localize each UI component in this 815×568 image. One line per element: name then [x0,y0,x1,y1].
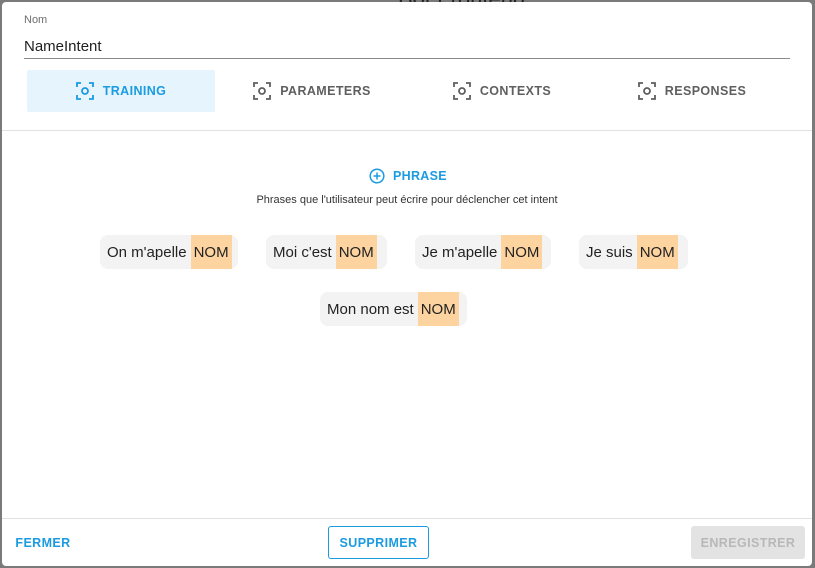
phrase-text: Je m'apelle [422,243,498,261]
tab-responses[interactable]: RESPONSES [597,70,787,112]
focus-frame-icon [452,82,471,100]
phrase-entity-tag[interactable]: NOM [501,235,543,269]
tab-parameters-label: PARAMETERS [280,84,371,98]
close-button[interactable]: FERMER [15,526,70,559]
tabs-divider [2,130,812,131]
tab-responses-label: RESPONSES [664,84,747,98]
tab-bar: TRAINING PARAMETERS CONTEXTS RESPONSES [27,70,787,112]
intent-dialog: Nom TRAINING PARAMETERS CONTEXTS RESP [2,2,812,566]
plus-circle-icon [369,168,385,184]
training-helper-text: Phrases que l'utilisateur peut écrire po… [256,194,558,206]
intent-name-input[interactable] [24,28,790,59]
phrase-text: Je suis [586,243,633,261]
training-phrase-chip[interactable]: Je m'apelle NOM [415,235,551,269]
intent-name-label: Nom [24,14,48,26]
focus-frame-icon [75,82,94,100]
focus-frame-icon [253,82,272,100]
delete-button[interactable]: SUPPRIMER [328,526,429,559]
training-phrase-chip[interactable]: Mon nom est NOM [320,292,467,326]
tab-contexts-label: CONTEXTS [479,84,552,98]
phrase-entity-tag[interactable]: NOM [190,235,232,269]
training-phrase-chip[interactable]: On m'apelle NOM [100,235,238,269]
phrase-entity-tag[interactable]: NOM [636,235,678,269]
tab-training[interactable]: TRAINING [27,70,215,112]
intent-name-field: Nom [24,14,790,59]
phrase-text: Moi c'est [273,243,332,261]
footer-divider [2,518,812,519]
phrase-text: On m'apelle [107,243,187,261]
training-phrase-chip[interactable]: Moi c'est NOM [266,235,387,269]
tab-training-label: TRAINING [102,84,167,98]
phrase-entity-tag[interactable]: NOM [335,235,377,269]
focus-frame-icon [637,82,656,100]
tab-contexts[interactable]: CONTEXTS [407,70,597,112]
training-phrase-chip[interactable]: Je suis NOM [579,235,688,269]
add-phrase-button[interactable]: PHRASE [369,166,447,186]
phrase-entity-tag[interactable]: NOM [417,292,459,326]
save-button[interactable]: ENREGISTRER [691,526,805,559]
phrase-text: Mon nom est [327,300,414,318]
add-phrase-label: PHRASE [393,169,447,183]
tab-parameters[interactable]: PARAMETERS [217,70,407,112]
